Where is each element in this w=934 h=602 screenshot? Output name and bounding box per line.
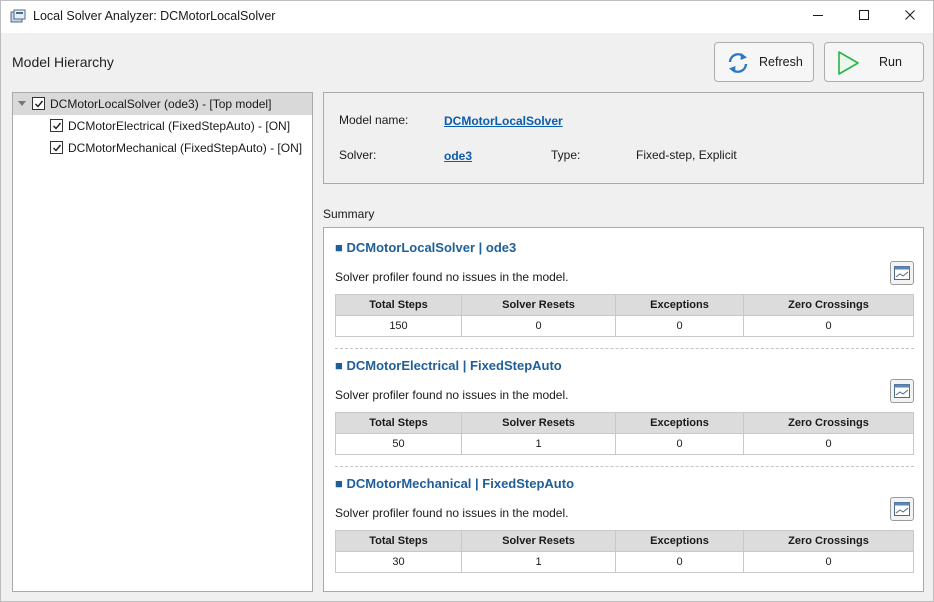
table-row: 50 1 0 0: [335, 433, 914, 455]
solver-analyzer-icon: [10, 9, 26, 23]
refresh-button-label: Refresh: [759, 55, 803, 69]
column-header-exceptions: Exceptions: [615, 294, 744, 316]
tree-item-dcmotorelectrical[interactable]: DCMotorElectrical (FixedStepAuto) - [ON]: [13, 115, 312, 137]
tree-item-dcmotorlocalsolver[interactable]: DCMotorLocalSolver (ode3) - [Top model]: [13, 93, 312, 115]
summary-block-message: Solver profiler found no issues in the m…: [335, 506, 569, 520]
exceptions-value: 0: [615, 433, 744, 455]
model-hierarchy-tree: DCMotorLocalSolver (ode3) - [Top model] …: [12, 92, 313, 592]
total-steps-value: 50: [335, 433, 462, 455]
solver-resets-value: 1: [461, 551, 616, 573]
expand-arrow-icon[interactable]: [18, 101, 26, 106]
summary-stats-table: Total Steps Solver Resets Exceptions Zer…: [335, 294, 914, 337]
summary-block-message: Solver profiler found no issues in the m…: [335, 270, 569, 284]
summary-block-dcmotorlocalsolver: ■ DCMotorLocalSolver | ode3 Solver profi…: [324, 228, 923, 346]
close-icon: [904, 9, 916, 24]
solver-link[interactable]: ode3: [444, 149, 472, 163]
model-hierarchy-heading: Model Hierarchy: [12, 54, 114, 70]
solver-resets-value: 1: [461, 433, 616, 455]
total-steps-value: 30: [335, 551, 462, 573]
column-header-solver-resets: Solver Resets: [461, 412, 616, 434]
column-header-solver-resets: Solver Resets: [461, 294, 616, 316]
summary-block-title: ■ DCMotorLocalSolver | ode3: [335, 240, 517, 255]
tree-item-dcmotormechanical[interactable]: DCMotorMechanical (FixedStepAuto) - [ON]: [13, 137, 312, 159]
table-row: 150 0 0 0: [335, 315, 914, 337]
open-solver-profiler-button[interactable]: [890, 261, 914, 285]
column-header-zero-crossings: Zero Crossings: [743, 412, 914, 434]
summary-stats-table: Total Steps Solver Resets Exceptions Zer…: [335, 530, 914, 573]
tree-item-checkbox[interactable]: [50, 141, 63, 154]
summary-stats-table: Total Steps Solver Resets Exceptions Zer…: [335, 412, 914, 455]
profiler-window-icon: [894, 266, 910, 280]
summary-block-message: Solver profiler found no issues in the m…: [335, 388, 569, 402]
open-solver-profiler-button[interactable]: [890, 379, 914, 403]
tree-item-checkbox[interactable]: [32, 97, 45, 110]
window-title: Local Solver Analyzer: DCMotorLocalSolve…: [33, 9, 276, 23]
local-solver-analyzer-window: Local Solver Analyzer: DCMotorLocalSolve…: [0, 0, 934, 602]
maximize-icon: [858, 9, 870, 24]
tree-item-label: DCMotorElectrical (FixedStepAuto) - [ON]: [68, 119, 291, 133]
run-button[interactable]: Run: [824, 42, 924, 82]
model-name-label: Model name:: [339, 113, 409, 127]
type-value: Fixed-step, Explicit: [636, 148, 737, 162]
column-header-total-steps: Total Steps: [335, 294, 462, 316]
minimize-button[interactable]: [795, 1, 841, 31]
tree-item-label: DCMotorMechanical (FixedStepAuto) - [ON]: [68, 141, 303, 155]
maximize-button[interactable]: [841, 1, 887, 31]
summary-block-title: ■ DCMotorElectrical | FixedStepAuto: [335, 358, 562, 373]
exceptions-value: 0: [615, 551, 744, 573]
model-name-link[interactable]: DCMotorLocalSolver: [444, 114, 563, 128]
table-row: 30 1 0 0: [335, 551, 914, 573]
refresh-button[interactable]: Refresh: [714, 42, 814, 82]
column-header-zero-crossings: Zero Crossings: [743, 294, 914, 316]
column-header-total-steps: Total Steps: [335, 412, 462, 434]
column-header-solver-resets: Solver Resets: [461, 530, 616, 552]
solver-label: Solver:: [339, 148, 377, 162]
summary-panel: ■ DCMotorLocalSolver | ode3 Solver profi…: [323, 227, 924, 592]
summary-heading: Summary: [323, 207, 375, 221]
minimize-icon: [812, 9, 824, 24]
close-button[interactable]: [887, 1, 933, 31]
summary-block-dcmotormechanical: ■ DCMotorMechanical | FixedStepAuto Solv…: [324, 464, 923, 582]
refresh-icon: [725, 50, 751, 76]
tree-item-checkbox[interactable]: [50, 119, 63, 132]
profiler-window-icon: [894, 384, 910, 398]
summary-block-dcmotorelectrical: ■ DCMotorElectrical | FixedStepAuto Solv…: [324, 346, 923, 464]
column-header-exceptions: Exceptions: [615, 412, 744, 434]
type-label: Type:: [551, 148, 581, 162]
model-info-panel: Model name: DCMotorLocalSolver Solver: o…: [323, 92, 924, 184]
column-header-zero-crossings: Zero Crossings: [743, 530, 914, 552]
exceptions-value: 0: [615, 315, 744, 337]
summary-block-title: ■ DCMotorMechanical | FixedStepAuto: [335, 476, 575, 491]
column-header-total-steps: Total Steps: [335, 530, 462, 552]
play-icon: [835, 50, 861, 76]
zero-crossings-value: 0: [743, 433, 914, 455]
profiler-window-icon: [894, 502, 910, 516]
open-solver-profiler-button[interactable]: [890, 497, 914, 521]
zero-crossings-value: 0: [743, 551, 914, 573]
column-header-exceptions: Exceptions: [615, 530, 744, 552]
total-steps-value: 150: [335, 315, 462, 337]
title-bar: Local Solver Analyzer: DCMotorLocalSolve…: [1, 1, 933, 33]
solver-resets-value: 0: [461, 315, 616, 337]
run-button-label: Run: [879, 55, 902, 69]
tree-item-label: DCMotorLocalSolver (ode3) - [Top model]: [50, 97, 272, 111]
zero-crossings-value: 0: [743, 315, 914, 337]
